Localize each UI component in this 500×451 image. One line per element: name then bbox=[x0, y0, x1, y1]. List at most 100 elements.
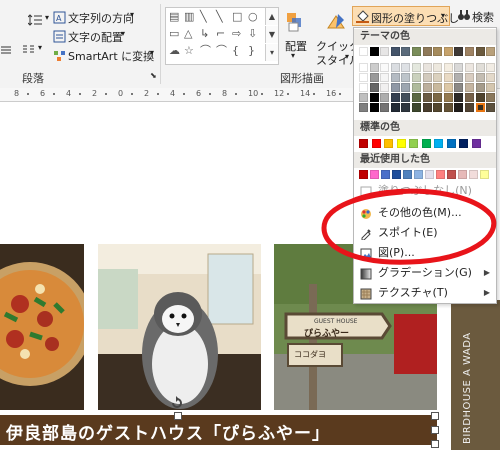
corner-shape-icon[interactable]: ⌐ bbox=[216, 28, 225, 39]
theme-color-swatch[interactable] bbox=[369, 63, 379, 72]
oval-shape-icon[interactable]: ○ bbox=[248, 11, 258, 22]
rectangle-shape-icon[interactable]: □ bbox=[232, 11, 242, 22]
text-direction-button[interactable]: 文字列の方向 bbox=[68, 10, 134, 26]
theme-color-swatch[interactable] bbox=[401, 63, 411, 72]
text-align-icon[interactable] bbox=[53, 30, 66, 43]
callout-shape-icon[interactable]: ☁ bbox=[169, 45, 180, 56]
l-shape-icon[interactable]: ↳ bbox=[200, 28, 209, 39]
binoculars-icon[interactable] bbox=[458, 9, 470, 24]
theme-color-swatch[interactable] bbox=[443, 83, 453, 92]
align-icon[interactable] bbox=[0, 44, 12, 56]
theme-color-swatch[interactable] bbox=[401, 103, 411, 112]
text-box-shape-icon[interactable]: ▤ bbox=[169, 11, 179, 22]
theme-color-swatch[interactable] bbox=[433, 103, 443, 112]
right-arrow-shape-icon[interactable]: ⇨ bbox=[232, 28, 241, 39]
line-shape-icon[interactable]: ╲ bbox=[200, 11, 207, 22]
curve-shape-icon[interactable]: ⌒ bbox=[200, 45, 211, 56]
title-banner[interactable]: 伊良部島のゲストハウス「ぴらふやー」 bbox=[0, 415, 437, 445]
theme-color-swatch[interactable] bbox=[380, 73, 390, 82]
resize-handle-top-right[interactable] bbox=[431, 412, 439, 420]
smartart-icon[interactable] bbox=[53, 49, 65, 61]
theme-color-swatch[interactable] bbox=[486, 63, 496, 72]
theme-color-swatch[interactable] bbox=[380, 83, 390, 92]
theme-color-swatch[interactable] bbox=[359, 73, 368, 82]
theme-color-swatch[interactable] bbox=[359, 47, 368, 56]
theme-color-swatch[interactable] bbox=[475, 83, 485, 92]
theme-color-swatch[interactable] bbox=[465, 83, 474, 92]
theme-color-swatch[interactable] bbox=[486, 83, 496, 92]
arc-shape-icon[interactable]: ⌒ bbox=[216, 45, 227, 56]
resize-handle-top[interactable] bbox=[174, 412, 182, 420]
recent-color-swatch[interactable] bbox=[425, 170, 434, 179]
theme-color-swatch[interactable] bbox=[443, 73, 453, 82]
quick-style-icon[interactable] bbox=[326, 12, 346, 35]
theme-color-swatch[interactable] bbox=[369, 83, 379, 92]
quick-style-chevron-icon[interactable]: ▾ bbox=[345, 52, 349, 61]
smartart-chevron-icon[interactable]: ▾ bbox=[150, 48, 154, 57]
theme-color-swatch[interactable] bbox=[369, 93, 379, 102]
theme-color-swatch[interactable] bbox=[380, 103, 390, 112]
standard-color-swatch[interactable] bbox=[471, 139, 481, 148]
smartart-button[interactable]: SmartArt に変換 bbox=[68, 48, 154, 64]
recent-color-swatch[interactable] bbox=[370, 170, 379, 179]
standard-color-swatch[interactable] bbox=[359, 139, 368, 148]
theme-color-swatch[interactable] bbox=[475, 103, 485, 112]
theme-color-swatch[interactable] bbox=[401, 93, 411, 102]
arrange-button[interactable]: 配置 bbox=[285, 38, 307, 54]
texture-item[interactable]: テクスチャ(T) ▶ bbox=[354, 283, 496, 303]
theme-color-swatch[interactable] bbox=[359, 93, 368, 102]
standard-color-swatch[interactable] bbox=[396, 139, 406, 148]
theme-color-swatch[interactable] bbox=[359, 103, 368, 112]
recent-color-swatch[interactable] bbox=[381, 170, 390, 179]
theme-color-swatch[interactable] bbox=[412, 63, 421, 72]
theme-color-swatch[interactable] bbox=[422, 47, 432, 56]
recent-color-swatch[interactable] bbox=[359, 170, 368, 179]
recent-color-swatch[interactable] bbox=[414, 170, 423, 179]
text-direction-chevron-icon[interactable]: ▾ bbox=[130, 10, 134, 19]
standard-color-swatch[interactable] bbox=[409, 139, 418, 148]
theme-color-swatch[interactable] bbox=[454, 93, 464, 102]
theme-color-swatch[interactable] bbox=[454, 103, 464, 112]
theme-color-swatch[interactable] bbox=[412, 73, 421, 82]
columns-icon[interactable] bbox=[22, 44, 34, 56]
theme-color-swatch[interactable] bbox=[433, 93, 443, 102]
theme-color-swatch[interactable] bbox=[475, 93, 485, 102]
search-button[interactable]: 検索 bbox=[472, 9, 494, 25]
recent-color-swatch[interactable] bbox=[480, 170, 489, 179]
theme-color-swatch[interactable] bbox=[465, 47, 474, 56]
pizza-photo[interactable] bbox=[0, 244, 84, 410]
theme-color-swatch[interactable] bbox=[475, 47, 485, 56]
theme-color-swatch[interactable] bbox=[380, 63, 390, 72]
theme-color-swatch[interactable] bbox=[380, 93, 390, 102]
theme-color-swatch[interactable] bbox=[433, 47, 443, 56]
recent-color-swatch[interactable] bbox=[403, 170, 412, 179]
penguin-photo[interactable] bbox=[98, 244, 261, 410]
recent-color-swatch[interactable] bbox=[436, 170, 445, 179]
recent-color-swatch[interactable] bbox=[447, 170, 456, 179]
paragraph-dialog-launcher-icon[interactable]: ⬊ bbox=[150, 71, 157, 80]
theme-color-swatch[interactable] bbox=[359, 83, 368, 92]
rounded-rectangle-shape-icon[interactable]: ▭ bbox=[169, 28, 179, 39]
theme-color-swatch[interactable] bbox=[454, 47, 464, 56]
theme-color-swatch[interactable] bbox=[465, 73, 474, 82]
theme-color-swatch[interactable] bbox=[380, 47, 390, 56]
rotate-handle-icon[interactable] bbox=[170, 396, 184, 410]
standard-color-swatch[interactable] bbox=[421, 139, 431, 148]
theme-color-swatch[interactable] bbox=[390, 63, 400, 72]
theme-color-swatch[interactable] bbox=[443, 103, 453, 112]
theme-color-swatch[interactable] bbox=[443, 47, 453, 56]
theme-color-swatch[interactable] bbox=[390, 83, 400, 92]
theme-color-swatch[interactable] bbox=[412, 47, 421, 56]
text-align-chevron-icon[interactable]: ▾ bbox=[121, 29, 125, 38]
resize-handle-bottom-right[interactable] bbox=[431, 440, 439, 448]
theme-color-swatch[interactable] bbox=[475, 63, 485, 72]
theme-color-swatch[interactable] bbox=[401, 73, 411, 82]
theme-color-swatch[interactable] bbox=[422, 63, 432, 72]
recent-color-swatch[interactable] bbox=[469, 170, 478, 179]
theme-color-swatch[interactable] bbox=[422, 103, 432, 112]
theme-color-swatch[interactable] bbox=[412, 93, 421, 102]
theme-color-swatch[interactable] bbox=[433, 73, 443, 82]
standard-color-swatch[interactable] bbox=[384, 139, 393, 148]
down-arrow-shape-icon[interactable]: ⇩ bbox=[248, 28, 257, 39]
theme-color-swatch[interactable] bbox=[390, 93, 400, 102]
